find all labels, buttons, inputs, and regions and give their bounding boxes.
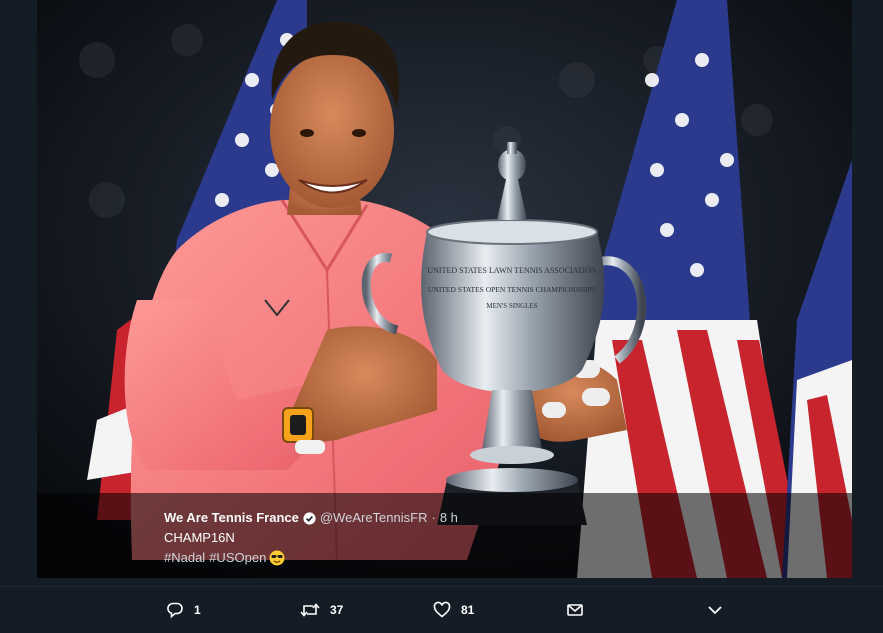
media-viewer: UNITED STATES LAWN TENNIS ASSOCIATION UN… xyxy=(0,0,883,633)
cool-sunglasses-emoji-icon xyxy=(269,550,285,566)
like-button[interactable]: 81 xyxy=(433,587,474,633)
heart-icon xyxy=(433,601,451,618)
user-handle[interactable]: @WeAreTennisFR xyxy=(320,508,428,528)
display-name[interactable]: We Are Tennis France xyxy=(164,508,299,528)
hashtag-nadal[interactable]: #Nadal xyxy=(164,548,205,568)
photo-caption-overlay: We Are Tennis France @WeAreTennisFR · 8 … xyxy=(37,493,852,578)
reply-button[interactable]: 1 xyxy=(166,587,201,633)
header-separator: · xyxy=(431,510,436,525)
retweet-count: 37 xyxy=(330,603,344,617)
tweet-action-bar: 1 37 81 xyxy=(0,586,883,633)
reply-count: 1 xyxy=(194,603,201,617)
tweet-details: We Are Tennis France @WeAreTennisFR · 8 … xyxy=(164,508,458,568)
svg-text:UNITED STATES OPEN TENNIS CHAM: UNITED STATES OPEN TENNIS CHAMPIONSHIPS xyxy=(428,285,596,294)
hashtag-usopen[interactable]: #USOpen xyxy=(209,548,266,568)
svg-text:UNITED STATES LAWN TENNIS ASSO: UNITED STATES LAWN TENNIS ASSOCIATION xyxy=(427,266,596,275)
more-options-button[interactable] xyxy=(706,587,724,633)
tweet-photo[interactable]: UNITED STATES LAWN TENNIS ASSOCIATION UN… xyxy=(37,0,852,578)
left-gutter xyxy=(0,0,37,632)
retweet-icon xyxy=(300,603,320,617)
svg-text:MEN'S SINGLES: MEN'S SINGLES xyxy=(486,302,537,310)
reply-icon xyxy=(167,602,183,619)
tweet-text: CHAMP16N xyxy=(164,530,235,545)
verified-badge-icon xyxy=(303,511,316,525)
hashtag-row: #Nadal #USOpen xyxy=(164,548,458,568)
tweet-header: We Are Tennis France @WeAreTennisFR · 8 … xyxy=(164,508,458,528)
tweet-timestamp[interactable]: 8 h xyxy=(440,508,458,528)
like-count: 81 xyxy=(461,603,475,617)
photo-illustration: UNITED STATES LAWN TENNIS ASSOCIATION UN… xyxy=(37,0,852,578)
chevron-down-icon xyxy=(708,606,722,615)
right-gutter xyxy=(852,0,883,632)
retweet-button[interactable]: 37 xyxy=(300,587,343,633)
direct-message-button[interactable] xyxy=(566,587,584,633)
envelope-icon xyxy=(567,604,583,616)
